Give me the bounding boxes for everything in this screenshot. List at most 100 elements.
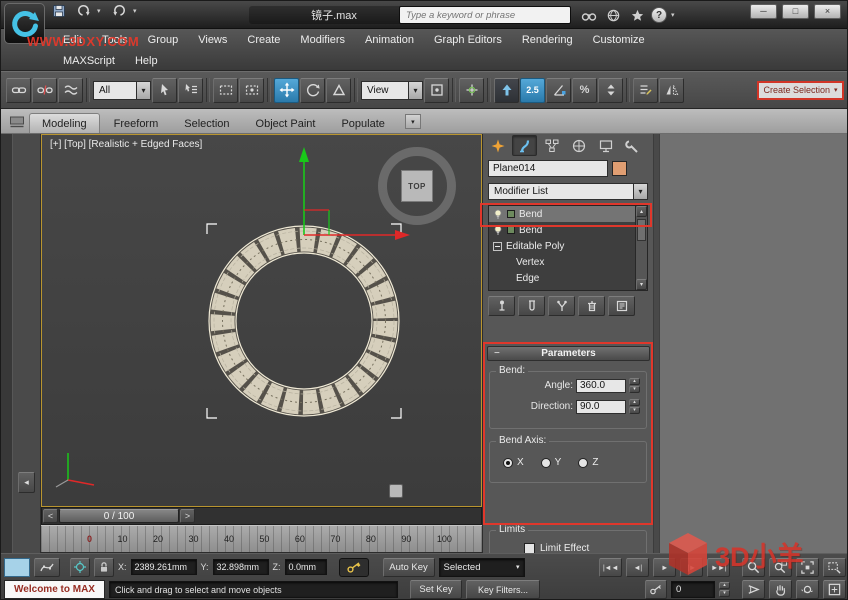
- stack-item-editable-poly[interactable]: Editable Poly: [489, 238, 647, 254]
- selected-dropdown[interactable]: Selected ▾: [439, 558, 525, 577]
- limit-effect-checkbox-row[interactable]: Limit Effect: [524, 543, 646, 553]
- viewcube[interactable]: TOP: [378, 147, 456, 225]
- help-dropdown-icon[interactable]: ▾: [671, 11, 679, 19]
- rectangular-selection-region-button[interactable]: [213, 78, 238, 103]
- menu-group[interactable]: Group: [138, 34, 189, 46]
- viewport-label[interactable]: [+] [Top] [Realistic + Edged Faces]: [50, 139, 202, 150]
- maximize-button[interactable]: □: [782, 4, 809, 19]
- object-color-swatch[interactable]: [612, 161, 627, 176]
- reference-coordinate-system-dropdown[interactable]: View ▾: [361, 81, 423, 100]
- pin-stack-button[interactable]: [488, 296, 515, 316]
- snaps-toggle-button[interactable]: 2.5: [520, 78, 545, 103]
- select-and-scale-button[interactable]: [326, 78, 351, 103]
- lightbulb-icon[interactable]: [493, 209, 503, 220]
- previous-frame-button[interactable]: ◄|: [626, 558, 649, 577]
- ribbon-tab-freeform[interactable]: Freeform: [102, 114, 171, 133]
- search-binoculars-icon[interactable]: [579, 6, 599, 24]
- window-crossing-toggle-button[interactable]: [239, 78, 264, 103]
- stack-item-bend-2[interactable]: Bend: [489, 222, 647, 238]
- percent-snap-toggle-button[interactable]: %: [572, 78, 597, 103]
- angle-spin-up[interactable]: ▴: [629, 378, 640, 385]
- select-and-link-button[interactable]: [6, 78, 31, 103]
- edit-named-selection-sets-button[interactable]: [633, 78, 658, 103]
- parameters-rollout-header[interactable]: − Parameters: [487, 346, 650, 361]
- stack-scrollbar[interactable]: ▴ ▾: [635, 206, 647, 290]
- close-button[interactable]: ×: [814, 4, 841, 19]
- select-and-rotate-button[interactable]: [300, 78, 325, 103]
- motion-tab[interactable]: [566, 135, 591, 156]
- orbit-button[interactable]: [796, 580, 819, 599]
- axis-y-radio[interactable]: Y: [541, 457, 562, 468]
- utilities-tab[interactable]: [620, 135, 645, 156]
- named-selection-set-field[interactable]: Create Selection ▾: [757, 81, 844, 100]
- viewport-canvas[interactable]: [+] [Top] [Realistic + Edged Faces]: [41, 134, 482, 507]
- modifier-list-dropdown[interactable]: Modifier List ▾: [488, 183, 648, 200]
- direction-spin-down[interactable]: ▾: [629, 407, 640, 414]
- use-pivot-point-center-button[interactable]: [424, 78, 449, 103]
- track-bar[interactable]: 0 10 20 30 40 50 60 70 80 90 100: [41, 525, 482, 553]
- menu-graph-editors[interactable]: Graph Editors: [424, 34, 512, 46]
- axis-x-radio[interactable]: X: [503, 457, 524, 468]
- axis-z-radio[interactable]: Z: [578, 457, 598, 468]
- menu-modifiers[interactable]: Modifiers: [290, 34, 355, 46]
- object-name-field[interactable]: Plane014: [488, 160, 608, 177]
- unlink-selection-button[interactable]: [32, 78, 57, 103]
- ribbon-tab-selection[interactable]: Selection: [172, 114, 241, 133]
- key-filters-button[interactable]: Key Filters...: [466, 580, 540, 599]
- maxscript-mini-listener[interactable]: Welcome to MAX: [4, 580, 105, 599]
- scroll-down-icon[interactable]: ▾: [636, 279, 647, 290]
- selection-crosshair-button[interactable]: [70, 558, 90, 577]
- menu-maxscript[interactable]: MAXScript: [53, 55, 125, 67]
- maximize-viewport-toggle[interactable]: [823, 580, 846, 599]
- ribbon-toggle-icon[interactable]: [7, 112, 27, 131]
- angle-spin-down[interactable]: ▾: [629, 386, 640, 393]
- display-tab[interactable]: [593, 135, 618, 156]
- pan-button[interactable]: [769, 580, 792, 599]
- configure-modifier-sets-button[interactable]: [608, 296, 635, 316]
- menu-views[interactable]: Views: [188, 34, 237, 46]
- go-to-start-button[interactable]: |◄◄: [599, 558, 622, 577]
- viewport-status-icon[interactable]: [389, 484, 403, 498]
- redo-dropdown-icon[interactable]: ▾: [133, 7, 141, 15]
- z-coordinate-field[interactable]: 0.0mm: [285, 559, 327, 575]
- search-box[interactable]: [399, 6, 571, 24]
- selection-lock-toggle[interactable]: [94, 558, 114, 577]
- field-of-view-button[interactable]: [742, 580, 765, 599]
- stack-item-bend-1[interactable]: Bend: [489, 206, 647, 222]
- selection-filter-dropdown[interactable]: All ▾: [93, 81, 151, 100]
- menu-create[interactable]: Create: [237, 34, 290, 46]
- spinner-snap-toggle-button[interactable]: [598, 78, 623, 103]
- menu-customize[interactable]: Customize: [583, 34, 655, 46]
- limit-effect-checkbox[interactable]: [524, 543, 535, 553]
- select-and-move-button[interactable]: [274, 78, 299, 103]
- direction-field[interactable]: 90.0: [576, 400, 626, 414]
- angle-snap-toggle-button[interactable]: [546, 78, 571, 103]
- select-object-button[interactable]: [152, 78, 177, 103]
- transform-key-button[interactable]: [339, 558, 369, 577]
- keyboard-shortcut-override-toggle[interactable]: [494, 78, 519, 103]
- mirror-button[interactable]: [659, 78, 684, 103]
- current-frame-field[interactable]: 0: [671, 581, 715, 598]
- help-icon[interactable]: ?: [651, 7, 667, 23]
- select-by-name-button[interactable]: [178, 78, 203, 103]
- minimize-button[interactable]: ─: [750, 4, 777, 19]
- redo-button[interactable]: [109, 1, 129, 20]
- undo-button[interactable]: [73, 1, 93, 20]
- scrollbar-thumb[interactable]: [637, 219, 646, 241]
- lightbulb-icon[interactable]: [493, 225, 503, 236]
- viewport-layout-tab-button[interactable]: [4, 558, 30, 577]
- remove-modifier-button[interactable]: [578, 296, 605, 316]
- ribbon-tab-modeling[interactable]: Modeling: [29, 113, 100, 133]
- next-frame-arrow[interactable]: >: [180, 509, 195, 523]
- stack-item-vertex[interactable]: Vertex: [489, 254, 647, 270]
- ribbon-minimize-button[interactable]: ▾: [405, 114, 421, 129]
- stack-item-edge[interactable]: Edge: [489, 270, 647, 286]
- viewcube-top-face[interactable]: TOP: [401, 170, 433, 202]
- mini-curve-editor-button[interactable]: [34, 558, 60, 577]
- time-slider-thumb[interactable]: 0 / 100: [59, 509, 179, 523]
- key-mode-toggle[interactable]: [645, 580, 667, 599]
- scroll-up-icon[interactable]: ▴: [636, 206, 647, 217]
- create-tab[interactable]: [485, 135, 510, 156]
- save-file-button[interactable]: [49, 1, 69, 20]
- frame-spin-up[interactable]: ▴: [719, 582, 730, 589]
